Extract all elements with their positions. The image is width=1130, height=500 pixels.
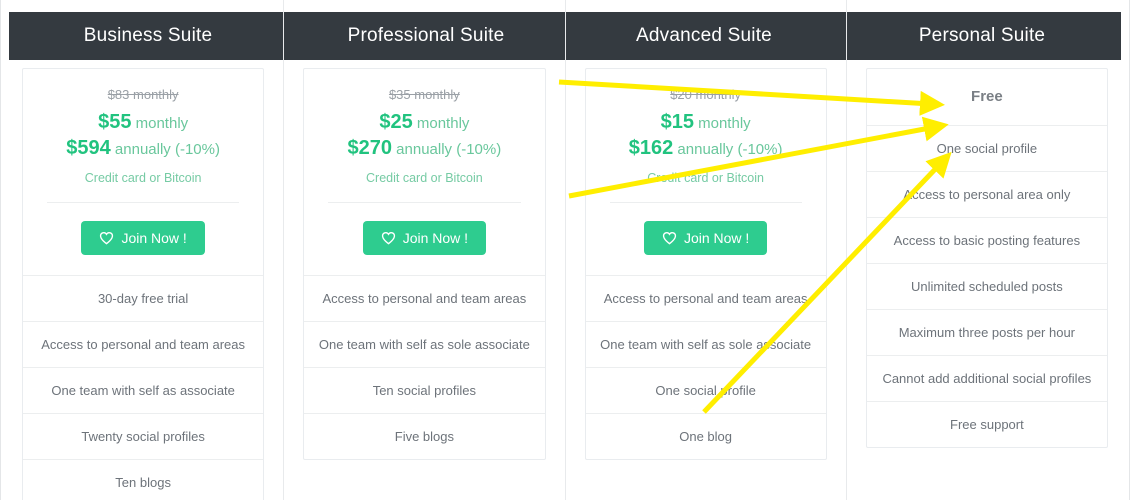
monthly-label: monthly [135,115,189,132]
join-now-label: Join Now ! [121,230,187,246]
join-now-label: Join Now ! [402,230,469,246]
pricing-column-professional: $35 monthly $25 monthly $270 annually (-… [284,0,566,500]
feature-row: Access to personal and team areas [23,322,264,368]
feature-row: Five blogs [394,429,454,444]
feature-row: Access to basic posting features [866,218,1107,264]
price-block: $35 monthly $25 monthly $270 annually (-… [304,69,545,276]
feature-row: One social profile [866,126,1107,172]
pricing-table: Business Suite Professional Suite Advanc… [0,0,1130,500]
annual-amount: $162 [628,137,674,159]
heart-icon [381,231,396,245]
annual-price: $270 annually (-10%) [314,136,534,162]
old-price: $83 monthly [107,87,179,102]
feature-row: Maximum three posts per hour [866,310,1107,356]
plan-card-professional: $35 monthly $25 monthly $270 annually (-… [303,68,546,460]
annual-price: $594 annually (-10%) [33,136,253,162]
annual-label: annually (-10%) [396,141,502,158]
payment-note: Credit card or Bitcoin [366,171,483,185]
feature-row: Access to personal area only [866,172,1107,218]
feature-row: Ten social profiles [304,368,545,414]
monthly-price: $55 monthly [33,110,253,136]
join-now-button[interactable]: Join Now ! [81,221,205,255]
feature-row: One team with self as sole associate [304,322,545,368]
feature-row: Access to personal and team areas [304,276,545,322]
plan-card-personal: Free One social profile Access to person… [865,68,1108,448]
feature-row: One blog [679,429,732,444]
join-now-button[interactable]: Join Now ! [362,221,487,255]
feature-row: Free support [950,417,1024,432]
cta-wrapper: Join Now ! [596,203,816,255]
payment-note: Credit card or Bitcoin [84,171,202,185]
price-block: $20 monthly $15 monthly $162 annually (-… [585,69,826,276]
monthly-price: $25 monthly [314,110,534,136]
feature-row: Access to personal and team areas [585,276,826,322]
annual-amount: $270 [347,137,393,159]
cta-wrapper: Join Now ! [314,203,534,255]
cta-wrapper: Join Now ! [33,203,253,255]
annual-price: $162 annually (-10%) [596,136,816,162]
free-price-block: Free [866,69,1107,126]
pricing-column-personal: Free One social profile Access to person… [847,0,1127,500]
monthly-amount: $55 [98,111,132,133]
feature-row: Twenty social profiles [23,414,264,460]
feature-row: One team with self as sole associate [585,322,826,368]
feature-row: One team with self as associate [23,368,264,414]
feature-row: One social profile [585,368,826,414]
heart-icon [99,231,114,245]
feature-row: Ten blogs [115,475,171,490]
free-label: Free [971,88,1003,105]
price-block: $83 monthly $55 monthly $594 annually (-… [23,69,264,276]
pricing-columns: $83 monthly $55 monthly $594 annually (-… [3,0,1127,500]
monthly-amount: $25 [379,111,413,133]
monthly-amount: $15 [660,111,694,133]
join-now-button[interactable]: Join Now ! [643,221,768,255]
old-price: $20 monthly [670,87,742,102]
annual-label: annually (-10%) [677,141,783,158]
plan-card-advanced: $20 monthly $15 monthly $162 annually (-… [584,68,827,460]
join-now-label: Join Now ! [683,230,750,246]
payment-note: Credit card or Bitcoin [647,171,764,185]
monthly-label: monthly [416,115,470,132]
monthly-label: monthly [698,115,751,132]
feature-row: 30-day free trial [23,276,264,322]
pricing-column-advanced: $20 monthly $15 monthly $162 annually (-… [566,0,847,500]
feature-row: Cannot add additional social profiles [866,356,1107,402]
heart-icon [662,231,677,245]
annual-amount: $594 [66,137,111,159]
annual-label: annually (-10%) [114,141,220,158]
feature-row: Unlimited scheduled posts [866,264,1107,310]
monthly-price: $15 monthly [596,110,816,136]
plan-card-business: $83 monthly $55 monthly $594 annually (-… [22,68,265,500]
old-price: $35 monthly [388,87,460,102]
pricing-column-business: $83 monthly $55 monthly $594 annually (-… [3,0,285,500]
